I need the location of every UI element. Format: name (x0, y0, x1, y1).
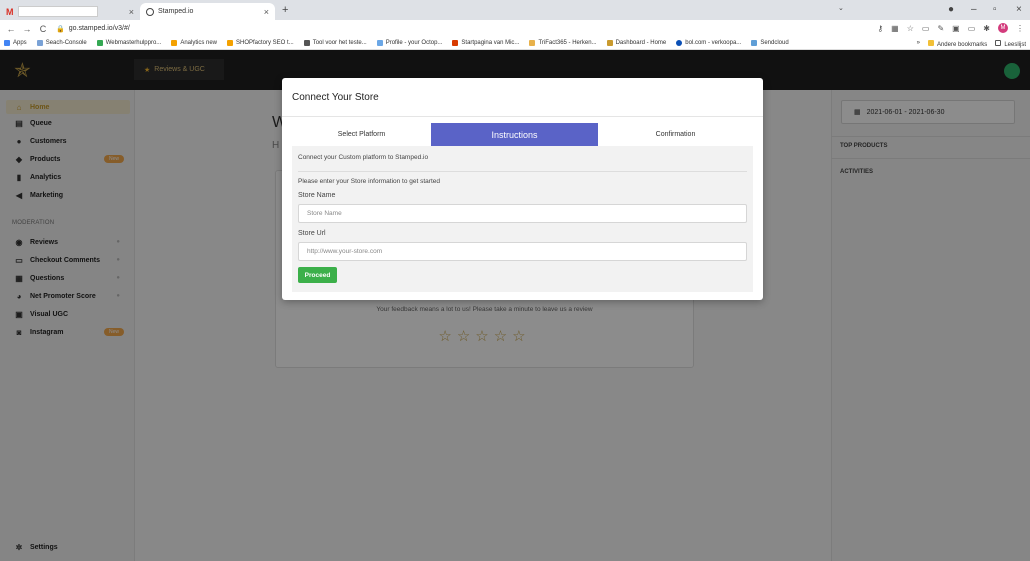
record-icon[interactable]: ● (948, 4, 954, 15)
gmail-icon: M (6, 6, 14, 17)
bookmark-item[interactable]: SHOPfactory SEO t... (227, 40, 294, 46)
bookmark-favicon-icon (376, 40, 383, 46)
intro-text: Connect your Custom platform to Stamped.… (298, 154, 429, 161)
browser-tab-gmail[interactable]: M × (0, 3, 140, 20)
cast-icon[interactable]: ▭ (968, 24, 976, 33)
tab-search-icon[interactable]: ⌄ (838, 4, 844, 12)
pen-icon[interactable]: ✎ (937, 24, 944, 33)
store-url-input[interactable]: http://www.your-store.com (298, 242, 747, 261)
address-bar: ← → C 🔒 go.stamped.io/v3/#/ ⚷ ▦ ☆ ▭ ✎ ▣ … (0, 20, 1030, 37)
reload-icon[interactable]: C (38, 24, 48, 34)
connect-store-modal: Connect Your Store Select Platform Instr… (282, 78, 763, 300)
bookmark-item[interactable]: TriFact365 - Herken... (529, 40, 597, 46)
prompt-text: Please enter your Store information to g… (298, 178, 440, 185)
divider (282, 116, 763, 117)
office-icon (452, 40, 459, 46)
more-bookmarks-icon[interactable]: » (917, 40, 920, 48)
stamped-favicon-icon (146, 7, 154, 16)
close-tab-icon[interactable]: × (264, 7, 269, 17)
key-icon[interactable]: ⚷ (877, 24, 883, 33)
bookmark-item[interactable]: Seach-Console (36, 40, 87, 46)
close-tab-icon[interactable]: × (129, 7, 134, 17)
wizard-steps: Select Platform Instructions Confirmatio… (292, 123, 753, 146)
step-instructions[interactable]: Instructions (431, 123, 598, 146)
bookmark-item[interactable]: bol.com - verkoopa... (676, 40, 741, 46)
menu-icon[interactable]: ⋮ (1016, 24, 1024, 33)
other-bookmarks[interactable]: Andere bookmarks (927, 40, 987, 48)
bookmark-item[interactable]: Apps (4, 40, 27, 46)
browser-tab-stamped[interactable]: Stamped.io × (140, 3, 275, 20)
divider (298, 171, 747, 172)
bookmark-item[interactable]: Tool voor het teste... (303, 40, 367, 46)
bookmark-favicon-icon (529, 40, 536, 46)
bookmark-star-icon[interactable]: ☆ (907, 24, 914, 33)
analytics-icon (171, 40, 178, 46)
bookmark-favicon-icon (606, 40, 613, 46)
step-select-platform[interactable]: Select Platform (292, 123, 431, 146)
folder-icon (927, 40, 934, 46)
store-name-input[interactable]: Store Name (298, 204, 747, 223)
bookmarks-right: » Andere bookmarks Leeslijst (917, 40, 1026, 48)
cloud-icon (751, 40, 758, 46)
extension-icon[interactable]: ▭ (922, 24, 930, 33)
bookmark-item[interactable]: Sendcloud (751, 40, 789, 46)
url-text: go.stamped.io/v3/#/ (68, 25, 130, 32)
close-window-icon[interactable]: × (1016, 4, 1022, 15)
bookmark-favicon-icon (96, 40, 103, 46)
tab-title-field (17, 6, 98, 17)
bookmark-favicon-icon (36, 40, 43, 46)
puzzle-icon[interactable]: ✱ (983, 24, 990, 33)
bookmark-favicon-icon (303, 40, 310, 46)
proceed-button[interactable]: Proceed (298, 267, 337, 283)
lock-icon: 🔒 (56, 25, 65, 33)
browser-tabbar: M × Stamped.io × + ⌄ ● – ▫ × (0, 0, 1030, 20)
reading-list-icon (995, 40, 1002, 46)
maximize-icon[interactable]: ▫ (993, 4, 997, 15)
modal-title: Connect Your Store (292, 92, 379, 103)
bookmarks-bar: Apps Seach-Console Webmasterhulppro... A… (0, 37, 1030, 50)
forward-icon[interactable]: → (22, 24, 32, 34)
url-field[interactable]: 🔒 go.stamped.io/v3/#/ (56, 25, 130, 33)
extension-badge-icon[interactable]: ▣ (952, 24, 960, 33)
store-url-label: Store Url (298, 230, 326, 237)
apps-icon (4, 40, 10, 46)
bookmark-item[interactable]: Analytics new (171, 40, 217, 46)
translate-icon[interactable]: ▦ (891, 24, 899, 33)
bookmark-item[interactable]: Dashboard - Home (606, 40, 666, 46)
minimize-icon[interactable]: – (971, 4, 977, 15)
back-icon[interactable]: ← (6, 24, 16, 34)
profile-avatar[interactable]: M (998, 23, 1008, 33)
store-name-label: Store Name (298, 192, 336, 199)
bookmark-item[interactable]: Profile - your Octop... (376, 40, 442, 46)
extension-icons: ⚷ ▦ ☆ ▭ ✎ ▣ ▭ ✱ M ⋮ (877, 23, 1024, 33)
step-confirmation[interactable]: Confirmation (598, 123, 753, 146)
new-tab-icon[interactable]: + (282, 4, 288, 16)
reading-list[interactable]: Leeslijst (995, 40, 1026, 48)
instructions-panel: Connect your Custom platform to Stamped.… (292, 146, 753, 292)
tab-title: Stamped.io (158, 8, 194, 15)
bol-icon (676, 40, 683, 46)
bookmark-item[interactable]: Startpagina van Mic... (452, 40, 519, 46)
analytics-icon (227, 40, 233, 46)
bookmark-item[interactable]: Webmasterhulppro... (96, 40, 161, 46)
